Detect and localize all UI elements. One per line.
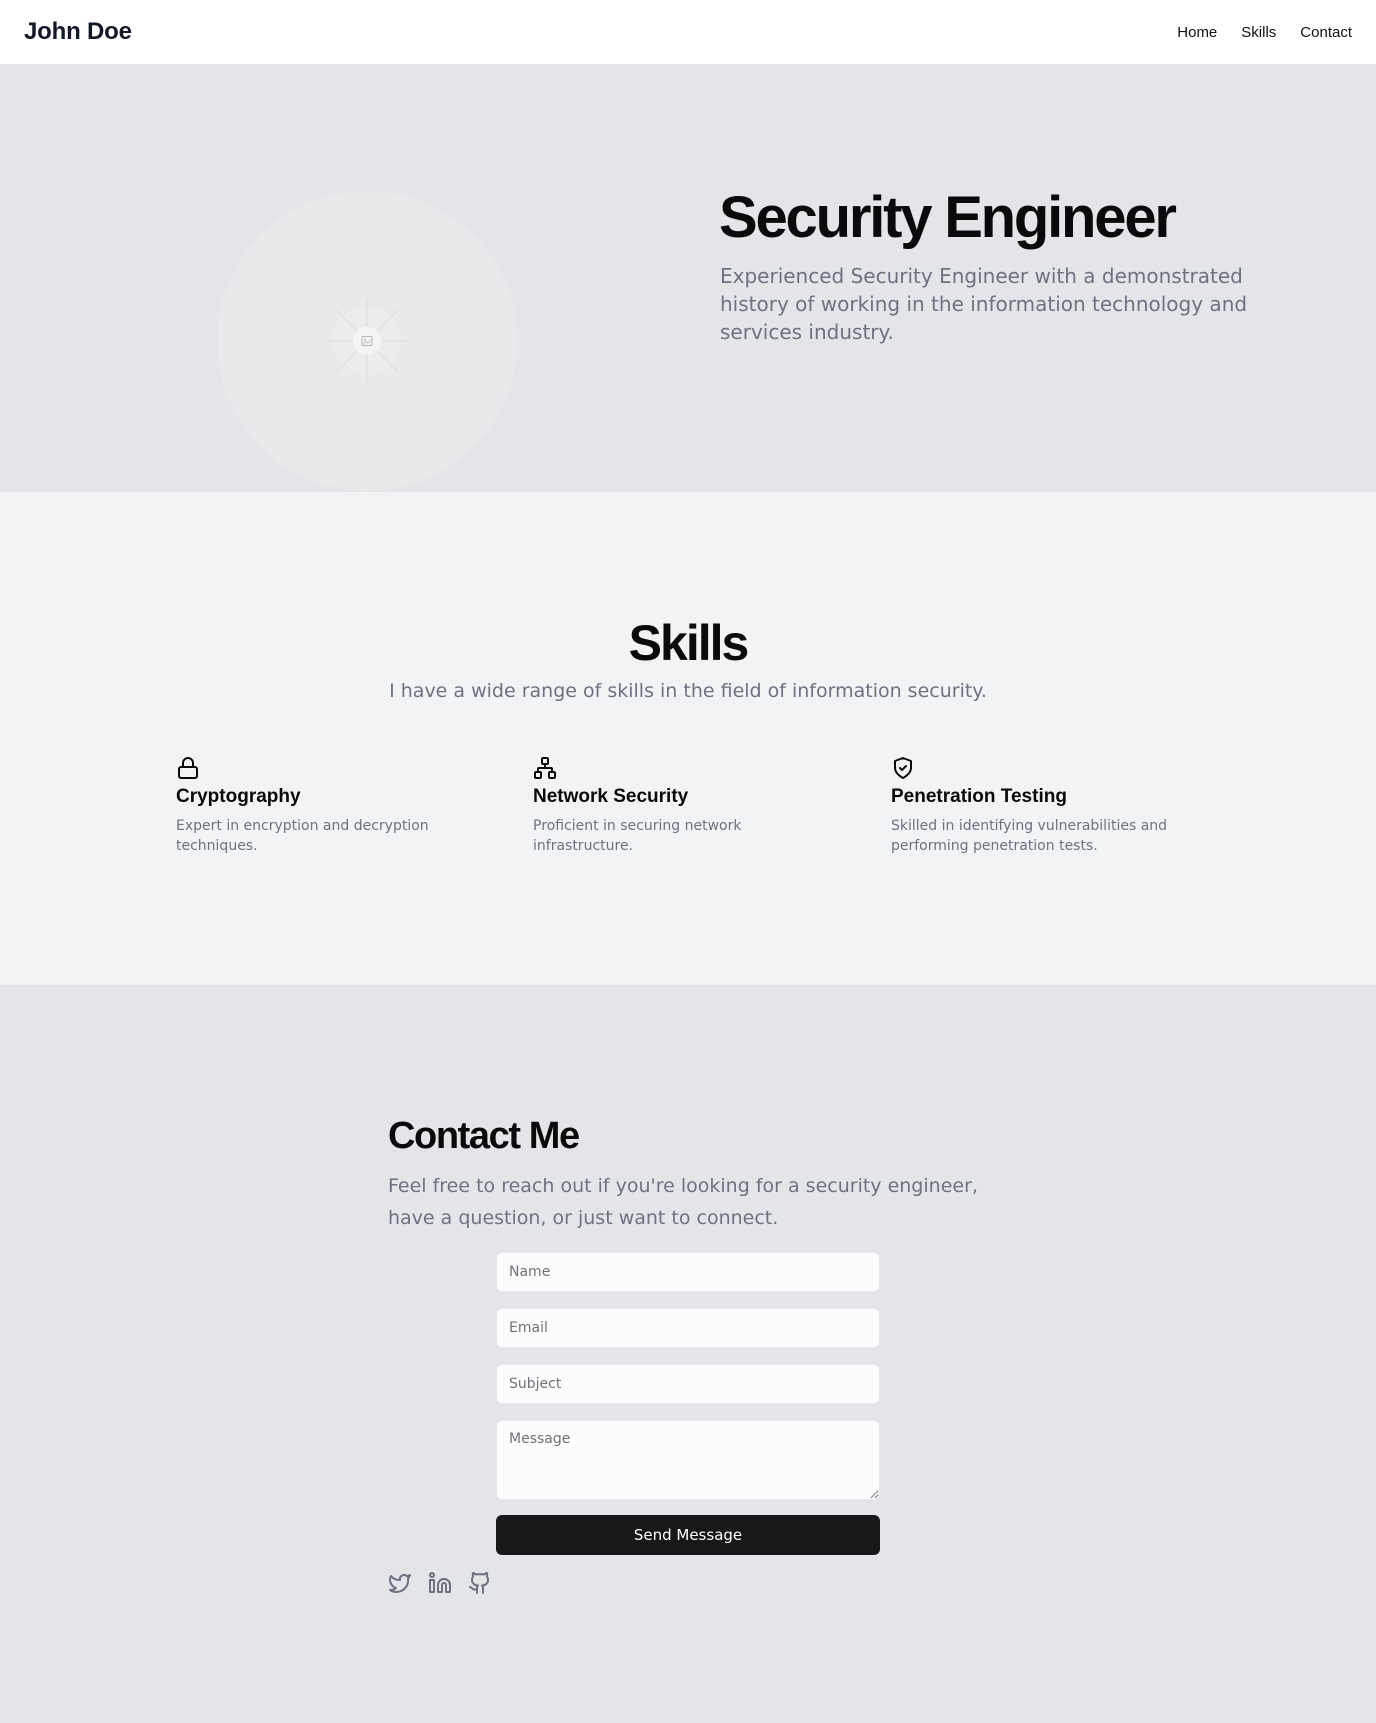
email-field[interactable]	[496, 1308, 880, 1348]
hero-description: Experienced Security Engineer with a dem…	[720, 264, 1248, 344]
skill-card-cryptography: Cryptography Expert in encryption and de…	[176, 756, 476, 856]
skill-card-penetration-testing: Penetration Testing Skilled in identifyi…	[891, 756, 1191, 856]
network-icon	[534, 757, 556, 779]
hero-section: Security Engineer Experienced Security E…	[0, 64, 1376, 492]
contact-section: Contact Me Feel free to reach out if you…	[0, 985, 1376, 1723]
skill-name: Penetration Testing	[891, 786, 1067, 807]
skills-section: Skills I have a wide range of skills in …	[0, 492, 1376, 985]
twitter-icon	[389, 1574, 411, 1593]
skills-title: Skills	[628, 615, 750, 671]
lock-icon	[178, 757, 198, 779]
github-icon	[469, 1572, 490, 1594]
linkedin-link[interactable]	[428, 1571, 452, 1595]
contact-title: Contact Me	[388, 1115, 580, 1157]
name-field[interactable]	[496, 1252, 880, 1292]
send-message-button[interactable]: Send Message	[496, 1515, 880, 1555]
shield-check-icon	[894, 757, 912, 779]
skill-description: Expert in encryption and decryption tech…	[176, 818, 429, 854]
skill-name: Cryptography	[176, 786, 301, 807]
twitter-link[interactable]	[388, 1571, 412, 1595]
skill-name: Network Security	[533, 786, 689, 807]
linkedin-icon	[429, 1572, 451, 1593]
skill-card-network-security: Network Security Proficient in securing …	[533, 756, 833, 856]
hero-title: Security Engineer	[719, 185, 1177, 250]
github-link[interactable]	[468, 1571, 492, 1595]
main-nav: Home Skills Contact	[1177, 24, 1352, 41]
skill-description: Proficient in securing network infrastru…	[533, 818, 742, 854]
image-placeholder-icon	[325, 299, 409, 383]
social-links	[388, 1571, 492, 1595]
subject-field[interactable]	[496, 1364, 880, 1404]
brand-name[interactable]: John Doe	[24, 18, 132, 46]
site-header: John Doe Home Skills Contact	[0, 0, 1376, 64]
nav-skills-link[interactable]: Skills	[1241, 24, 1276, 41]
skills-subtitle: I have a wide range of skills in the fie…	[389, 680, 987, 702]
nav-home-link[interactable]: Home	[1177, 24, 1217, 41]
skill-description: Skilled in identifying vulnerabilities a…	[891, 818, 1168, 854]
nav-contact-link[interactable]: Contact	[1300, 24, 1352, 41]
message-field[interactable]	[496, 1420, 880, 1500]
avatar	[217, 191, 517, 491]
contact-description: Feel free to reach out if you're looking…	[388, 1175, 978, 1229]
